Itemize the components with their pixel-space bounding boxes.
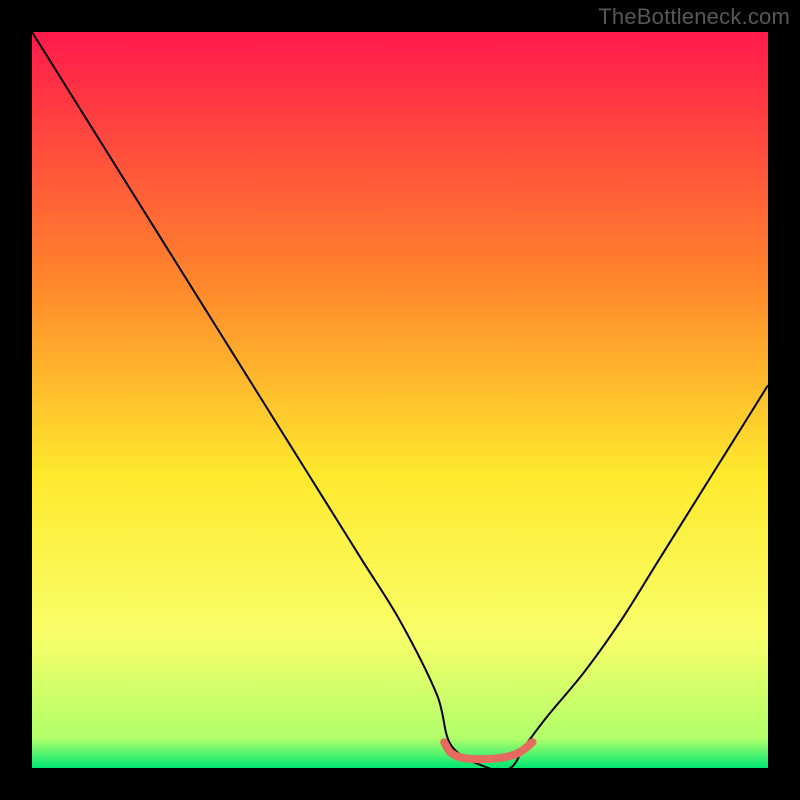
plot-area [32, 32, 768, 768]
watermark-text: TheBottleneck.com [598, 4, 790, 30]
gradient-background [32, 32, 768, 768]
chart-svg [32, 32, 768, 768]
chart-frame: TheBottleneck.com [0, 0, 800, 800]
